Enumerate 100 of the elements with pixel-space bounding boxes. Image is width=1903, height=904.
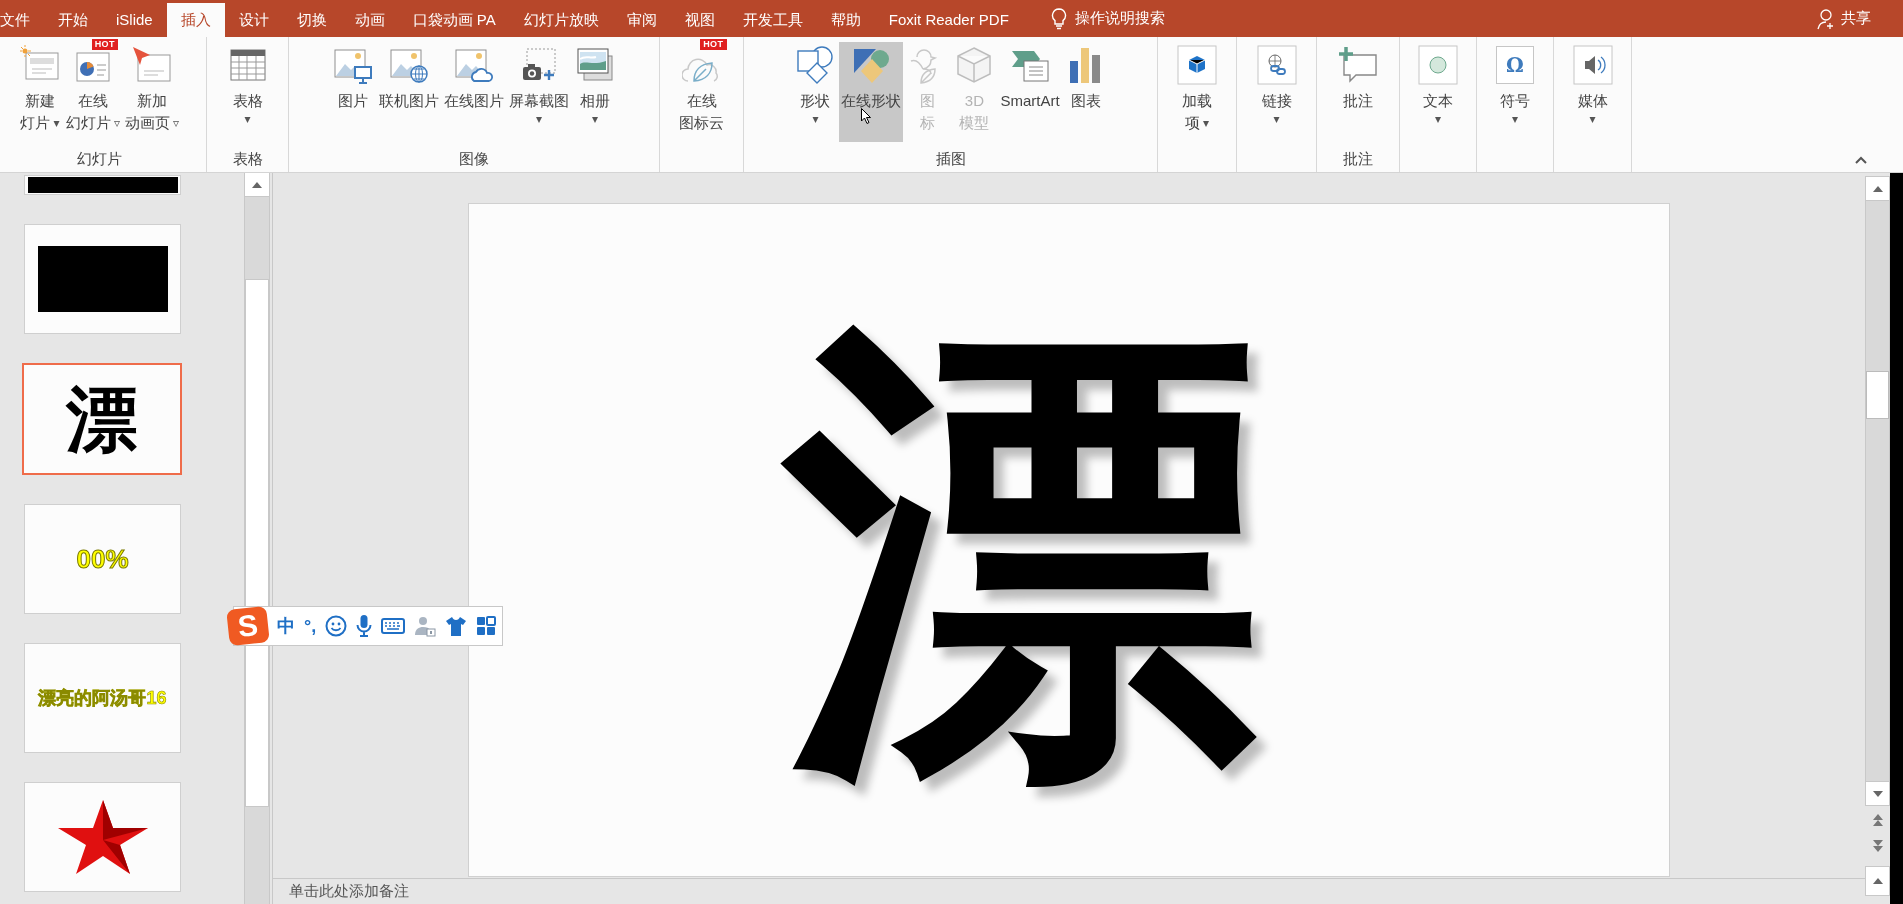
hot-badge: HOT — [700, 39, 727, 50]
punctuation-toggle[interactable]: °, — [304, 612, 317, 640]
button-label: 链接 — [1261, 91, 1292, 111]
ribbon-tab[interactable]: 口袋动画 PA — [398, 3, 510, 37]
ribbon-tab[interactable]: 动画 — [340, 3, 399, 37]
ribbon-button[interactable]: HOT 在线 图标云 — [677, 42, 726, 142]
button-label: 文本 — [1423, 91, 1453, 111]
text-box-icon — [1418, 45, 1458, 85]
ribbon-tab[interactable]: 帮助 — [816, 3, 875, 37]
scroll-up-button[interactable] — [245, 173, 269, 197]
button-label: 在线图片 — [444, 91, 504, 111]
button-label: 图片 — [338, 91, 368, 111]
ribbon-button[interactable]: 加载 项 ▾ — [1174, 42, 1220, 142]
button-label: 项 — [1185, 113, 1200, 133]
ribbon-tab[interactable]: Foxit Reader PDF — [874, 3, 1023, 37]
scroll-up-button[interactable] — [1865, 176, 1890, 201]
ribbon-button[interactable]: 链接 ▾ — [1253, 42, 1300, 142]
button-label: 形状 — [800, 91, 831, 111]
dropdown-arrow[interactable]: ▿ — [113, 112, 120, 134]
ribbon-button[interactable]: HOT 在线 幻灯片 ▿ — [63, 42, 122, 142]
ribbon-button[interactable]: 联机图片 — [377, 42, 441, 142]
group-label: 表格 — [232, 148, 263, 169]
comment-icon — [1338, 45, 1378, 85]
lightbulb-icon — [1050, 7, 1067, 30]
button-label: 相册 — [580, 91, 610, 111]
ribbon-button[interactable]: 批注 — [1335, 42, 1381, 142]
dropdown-arrow[interactable]: ▾ — [53, 112, 60, 134]
ribbon-tab[interactable]: 文件 — [0, 3, 44, 37]
share-button[interactable]: 共享 — [1841, 7, 1871, 30]
ribbon-button[interactable]: Ω 符号 ▾ — [1492, 42, 1538, 142]
ribbon-button[interactable]: 新加 动画页 ▿ — [123, 42, 182, 142]
ribbon-tab[interactable]: 切换 — [282, 3, 341, 37]
ribbon-button[interactable]: 新建 灯片 ▾ — [16, 42, 63, 142]
shapes-icon — [795, 45, 836, 85]
button-label: 动画页 — [125, 113, 170, 133]
dropdown-arrow[interactable]: ▾ — [812, 112, 819, 126]
button-label: 媒体 — [1577, 91, 1608, 111]
ribbon-button[interactable]: 表格 ▾ — [224, 42, 271, 142]
dropdown-arrow[interactable]: ▾ — [1589, 112, 1596, 126]
button-label: 标 — [919, 113, 935, 133]
dropdown-arrow[interactable]: ▾ — [592, 112, 598, 126]
button-label: 在线形状 — [841, 91, 902, 111]
slide-thumbnail[interactable]: 漂 — [22, 363, 182, 475]
ribbon-button[interactable]: 媒体 ▾ — [1569, 42, 1616, 142]
ribbon-button[interactable]: 文本 ▾ — [1415, 42, 1461, 142]
shirt-icon[interactable] — [445, 615, 468, 637]
ribbon-tab[interactable]: 插入 — [166, 3, 225, 37]
slide-text: 00% — [76, 542, 129, 576]
previous-slide-icon[interactable] — [1871, 814, 1884, 826]
button-label: 表格 — [232, 91, 263, 111]
scroll-down-button[interactable] — [1865, 781, 1890, 806]
dropdown-arrow[interactable]: ▾ — [244, 112, 251, 126]
slide-thumbnail[interactable] — [24, 224, 181, 334]
ribbon-tab[interactable]: 视图 — [670, 3, 729, 37]
ribbon-tab[interactable]: 开发工具 — [728, 3, 817, 37]
button-label: 图表 — [1070, 91, 1101, 111]
notes-placeholder[interactable]: 单击此处添加备注 — [289, 880, 409, 903]
link-icon — [1256, 45, 1297, 85]
ribbon-tab[interactable]: 设计 — [224, 3, 283, 37]
ribbon-button[interactable]: SmartArt — [998, 42, 1062, 142]
paper-plane-icon — [132, 45, 172, 85]
ribbon-button[interactable]: 图片 — [330, 42, 376, 142]
button-label: 图 — [919, 91, 935, 111]
group-label: 图像 — [459, 148, 489, 169]
smiley-icon[interactable] — [325, 615, 348, 637]
next-slide-icon[interactable] — [1871, 840, 1884, 852]
slide-thumbnail[interactable] — [24, 782, 181, 892]
dropdown-arrow[interactable]: ▾ — [1203, 112, 1209, 134]
ribbon-tab[interactable]: 审阅 — [612, 3, 671, 37]
ribbon-button[interactable]: 图表 — [1062, 42, 1109, 142]
dropdown-arrow[interactable]: ▾ — [1273, 112, 1280, 126]
dropdown-arrow[interactable]: ▾ — [1512, 112, 1518, 126]
button-label: 在线 — [686, 91, 717, 111]
ribbon-button[interactable]: 形状 ▾ — [792, 42, 839, 142]
slide-thumbnail[interactable]: 漂亮的阿汤哥16 — [24, 643, 181, 753]
ribbon-tab[interactable]: 幻灯片放映 — [509, 3, 613, 37]
grid-icon[interactable] — [476, 616, 497, 636]
dropdown-arrow[interactable]: ▾ — [536, 112, 542, 126]
down-arrow-icon — [1872, 790, 1883, 797]
dropdown-arrow[interactable]: ▾ — [1435, 112, 1441, 126]
slide-canvas[interactable]: 漂 — [468, 203, 1670, 877]
hot-badge: HOT — [91, 39, 118, 50]
ribbon-button[interactable]: 屏幕截图 ▾ — [507, 42, 571, 142]
slide-text: 漂亮的阿汤哥16 — [38, 686, 167, 710]
search-field[interactable]: 操作说明搜索 — [1074, 7, 1165, 30]
add-in-icon — [1177, 45, 1217, 85]
speaker-icon — [1572, 45, 1613, 85]
dropdown-arrow[interactable]: ▿ — [173, 112, 180, 134]
microphone-icon[interactable] — [356, 614, 373, 638]
ribbon-button[interactable]: 相册 ▾ — [572, 42, 618, 142]
notes-scroll-button[interactable] — [1865, 866, 1890, 896]
ribbon-tab[interactable]: 开始 — [44, 3, 102, 37]
ribbon-button[interactable]: 在线图片 — [442, 42, 506, 142]
group-label: 插图 — [935, 148, 966, 169]
collapse-ribbon-icon[interactable] — [1855, 156, 1867, 164]
ribbon-button[interactable]: 在线形状 — [839, 42, 904, 142]
ribbon-tab[interactable]: iSlide — [102, 3, 167, 37]
scroll-thumb[interactable] — [1866, 371, 1889, 419]
keyboard-icon[interactable] — [381, 618, 406, 634]
ime-mode-toggle[interactable]: 中 — [277, 612, 295, 640]
